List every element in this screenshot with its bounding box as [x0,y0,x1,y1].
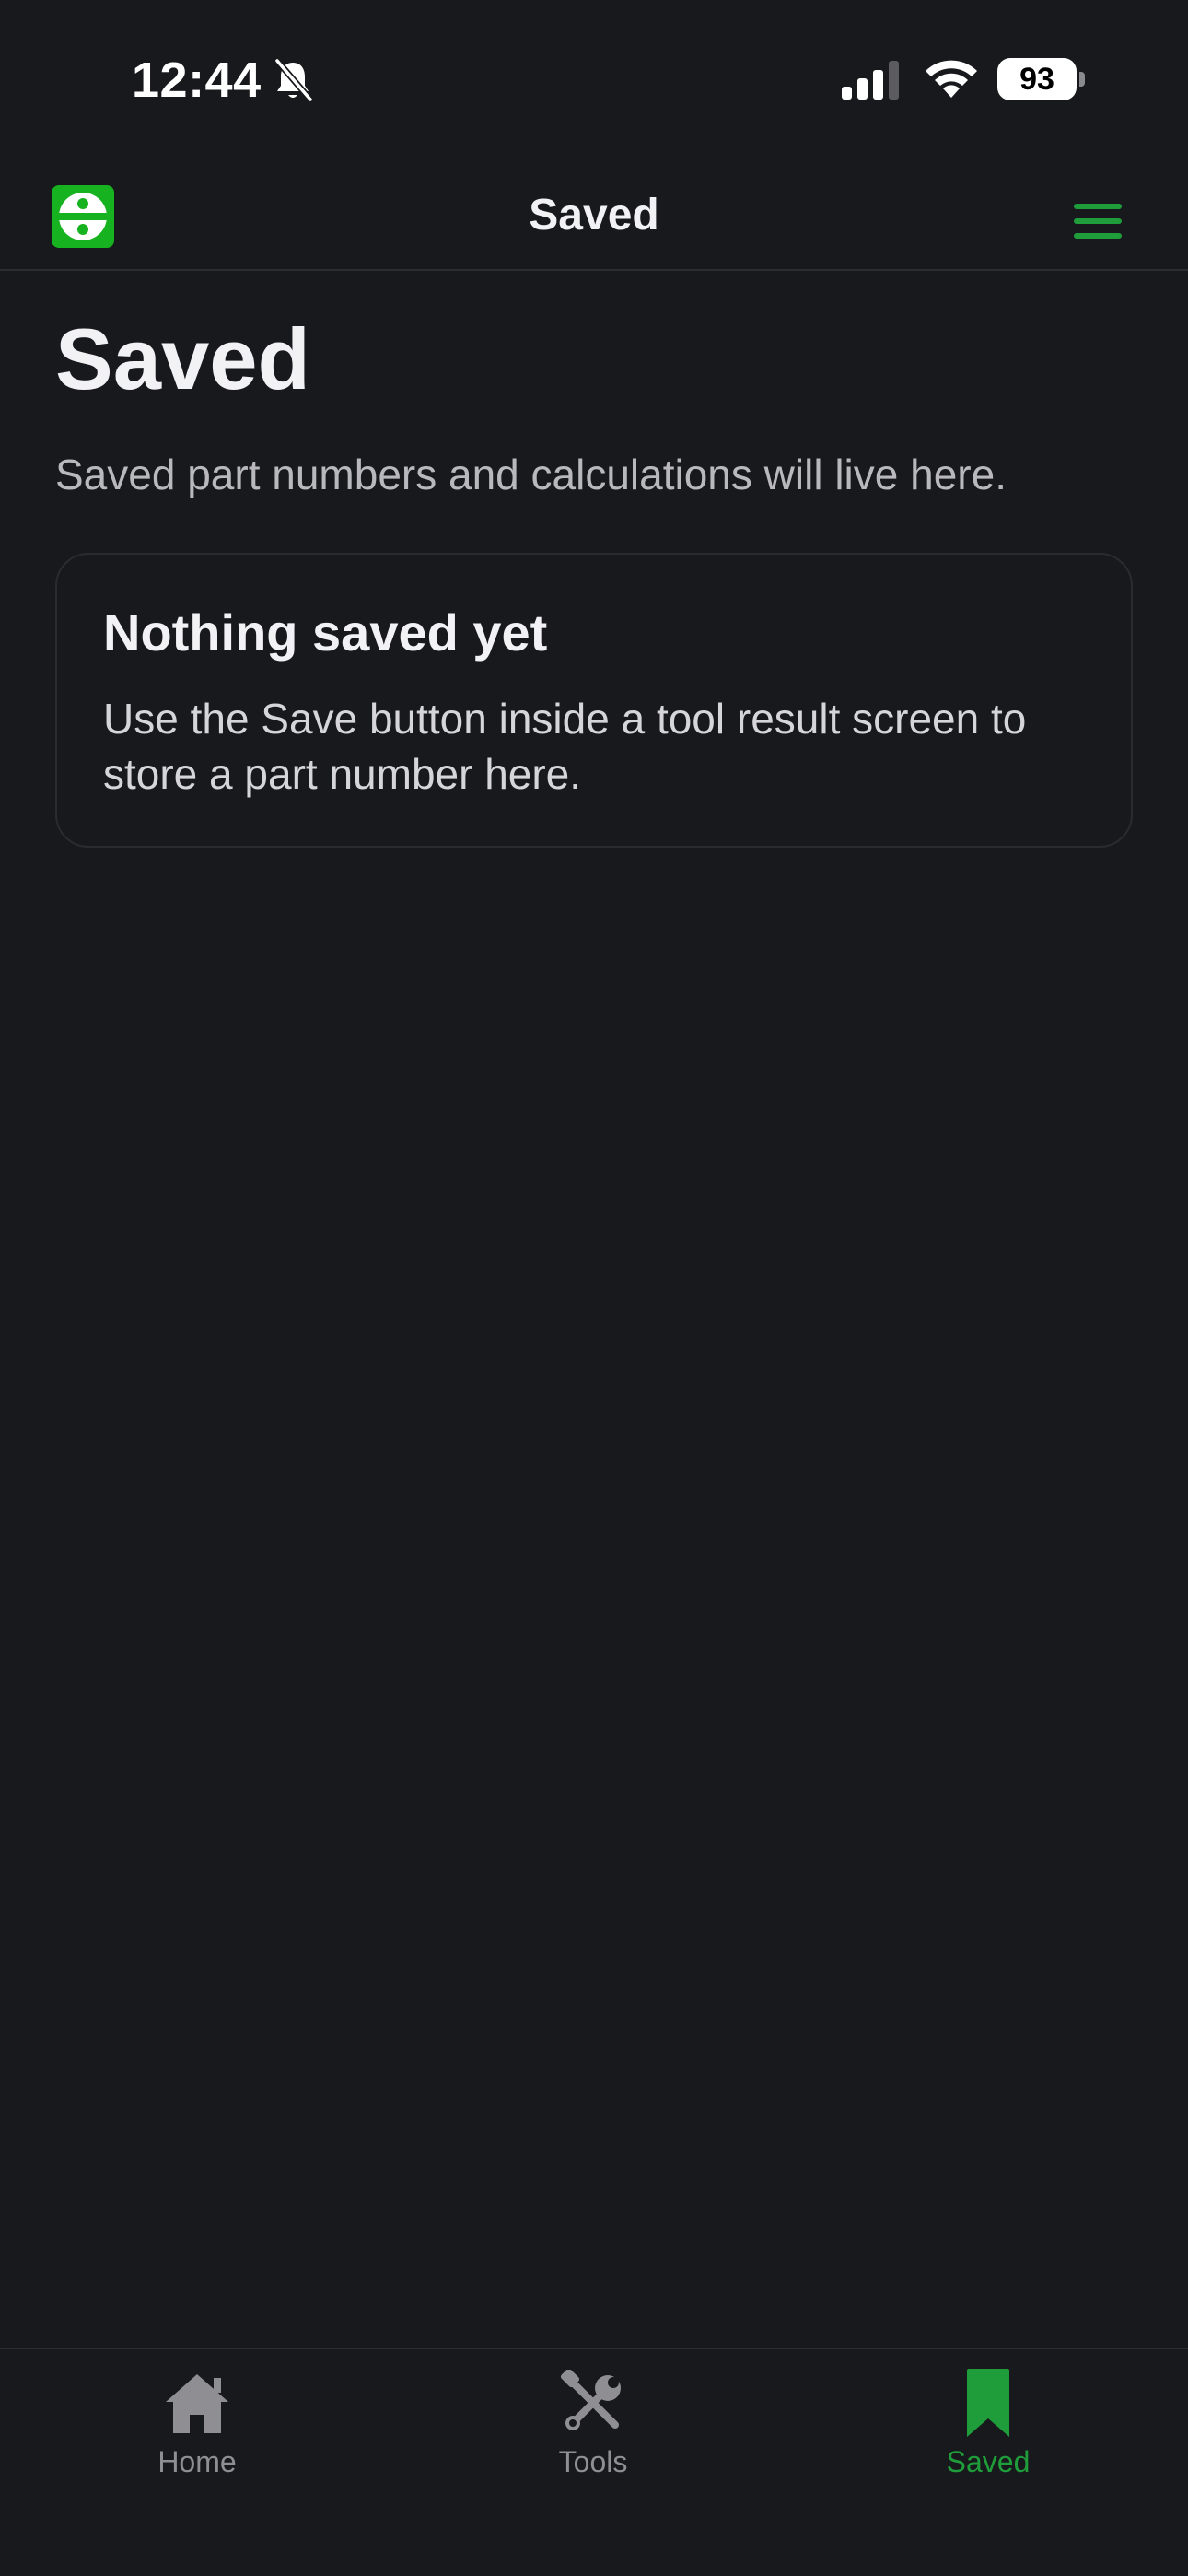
wifi-icon [926,60,977,98]
menu-button[interactable] [1059,193,1136,249]
tab-label-home: Home [157,2445,237,2478]
tab-tools[interactable]: Tools [455,2366,731,2495]
battery-icon: 93 [997,58,1085,100]
battery-level: 93 [1019,62,1054,97]
hamburger-menu-icon [1074,204,1122,239]
status-bar: 12:44 93 [0,0,1188,157]
home-icon [160,2366,234,2440]
battery-cap [1079,72,1085,87]
tab-label-saved: Saved [946,2445,1031,2478]
empty-state-title: Nothing saved yet [103,603,548,662]
tab-saved[interactable]: Saved [850,2366,1126,2495]
nav-bar: Saved [0,157,1188,271]
tools-icon [556,2366,630,2440]
tab-bar: Home Tools Saved [0,2348,1188,2576]
bookmark-icon [951,2366,1025,2440]
tab-home[interactable]: Home [59,2366,335,2495]
bell-slash-icon [274,58,313,102]
empty-state-card: Nothing saved yet Use the Save button in… [55,553,1133,848]
page-subtitle: Saved part numbers and calculations will… [55,451,1007,498]
tab-label-tools: Tools [558,2445,628,2478]
page-heading: Saved [55,310,310,407]
status-time: 12:44 [132,53,262,108]
cellular-signal-icon [842,61,899,100]
empty-state-body: Use the Save button inside a tool result… [103,695,1027,798]
nav-title: Saved [529,191,659,240]
battery-body: 93 [997,58,1077,100]
